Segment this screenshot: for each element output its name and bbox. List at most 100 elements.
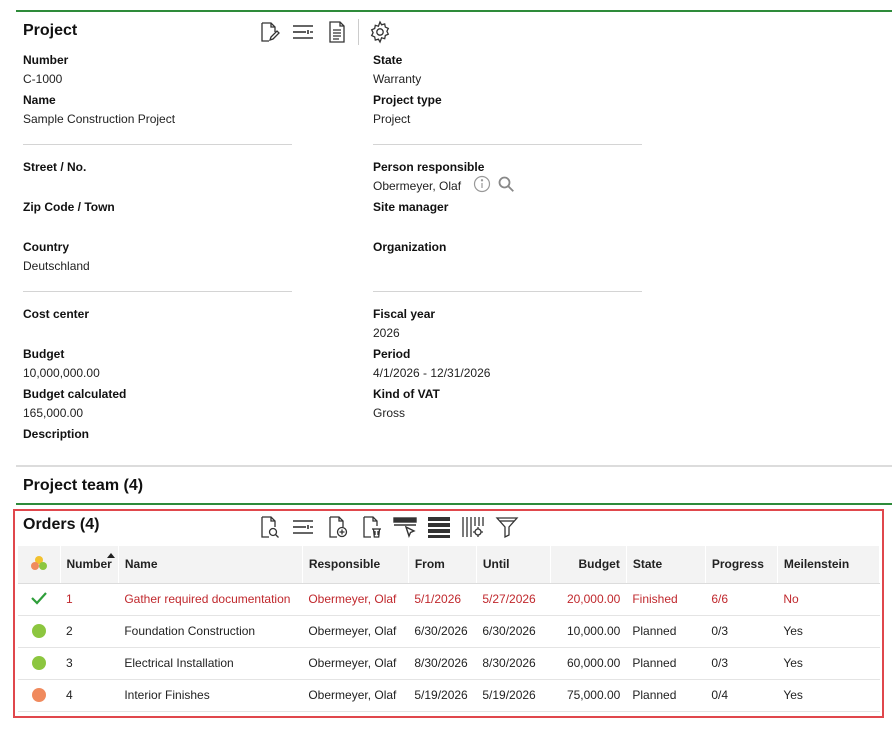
add-document-icon[interactable] — [324, 514, 350, 540]
budget-cell: 20,000.00 — [550, 583, 627, 616]
project-team-title[interactable]: Project team (4) — [23, 477, 143, 495]
budget-cell: 75,000.00 — [550, 679, 627, 712]
column-until[interactable]: Until — [476, 546, 551, 584]
progress-cell: 0/4 — [705, 679, 778, 712]
budget-calculated-value: 165,000.00 — [23, 406, 84, 420]
section-divider — [16, 465, 892, 467]
number-cell: 4 — [60, 679, 119, 712]
column-settings-icon[interactable] — [460, 514, 486, 540]
status-cell — [18, 583, 60, 616]
state-cell: Planned — [626, 615, 706, 648]
column-state[interactable]: State — [626, 546, 706, 584]
from-cell: 5/19/2026 — [408, 679, 477, 712]
number-cell: 3 — [60, 647, 119, 680]
budget-value: 10,000,000.00 — [23, 366, 100, 380]
project-title: Project — [23, 22, 78, 39]
vat-value: Gross — [373, 406, 406, 420]
divider — [23, 291, 292, 292]
responsible-cell: Obermeyer, Olaf — [302, 583, 409, 616]
project-toolbar — [256, 19, 401, 45]
column-progress[interactable]: Progress — [705, 546, 778, 584]
person-responsible-label: Person responsible — [373, 160, 485, 174]
column-responsible[interactable]: Responsible — [302, 546, 409, 584]
project-type-label: Project type — [373, 93, 442, 107]
project-type-value: Project — [373, 112, 411, 126]
country-value: Deutschland — [23, 259, 90, 273]
orders-header-row: Number Name Responsible From Until Budge… — [18, 546, 881, 584]
search-document-icon[interactable] — [256, 514, 282, 540]
column-name[interactable]: Name — [118, 546, 303, 584]
name-cell: Foundation Construction — [118, 615, 303, 648]
column-budget[interactable]: Budget — [550, 546, 627, 584]
number-cell: 2 — [60, 615, 119, 648]
filter-settings-icon[interactable] — [290, 19, 316, 45]
period-value: 4/1/2026 - 12/31/2026 — [373, 366, 491, 380]
milestone-cell: No — [777, 583, 880, 616]
search-icon[interactable] — [497, 175, 515, 193]
number-label: Number — [23, 53, 69, 67]
budget-calculated-label: Budget calculated — [23, 387, 127, 401]
milestone-cell: Yes — [777, 679, 880, 712]
column-status[interactable] — [18, 546, 61, 584]
budget-cell: 60,000.00 — [550, 647, 627, 680]
delete-document-icon[interactable] — [358, 514, 384, 540]
orders-table: Number Name Responsible From Until Budge… — [18, 546, 881, 712]
select-row-icon[interactable] — [392, 514, 418, 540]
rows-icon[interactable] — [426, 514, 452, 540]
column-number[interactable]: Number — [60, 546, 119, 584]
progress-cell: 0/3 — [705, 615, 778, 648]
fiscal-year-label: Fiscal year — [373, 307, 436, 321]
funnel-icon[interactable] — [494, 514, 520, 540]
column-from[interactable]: From — [408, 546, 477, 584]
state-cell: Planned — [626, 647, 706, 680]
status-dots-icon — [30, 555, 47, 570]
person-responsible-value: Obermeyer, Olaf — [373, 179, 462, 193]
status-cell — [18, 647, 60, 680]
divider — [373, 144, 642, 145]
progress-cell: 6/6 — [705, 583, 778, 616]
state-cell: Finished — [626, 583, 706, 616]
info-icon[interactable] — [473, 175, 491, 193]
street-label: Street / No. — [23, 160, 87, 174]
country-label: Country — [23, 240, 69, 254]
orders-toolbar — [256, 514, 528, 540]
divider — [23, 144, 292, 145]
budget-cell: 10,000.00 — [550, 615, 627, 648]
name-cell: Electrical Installation — [118, 647, 303, 680]
table-row[interactable]: 1 Gather required documentation Obermeyer,… — [18, 583, 880, 616]
name-label: Name — [23, 93, 56, 107]
progress-cell: 0/3 — [705, 647, 778, 680]
vat-label: Kind of VAT — [373, 387, 440, 401]
name-value: Sample Construction Project — [23, 112, 176, 126]
until-cell: 5/27/2026 — [476, 583, 551, 616]
status-cell — [18, 679, 60, 712]
description-label: Description — [23, 427, 90, 441]
table-row[interactable]: 2 Foundation Construction Obermeyer, Olaf 6… — [18, 615, 880, 648]
from-cell: 6/30/2026 — [408, 615, 477, 648]
gear-icon[interactable] — [367, 19, 393, 45]
milestone-cell: Yes — [777, 615, 880, 648]
budget-label: Budget — [23, 347, 65, 361]
from-cell: 8/30/2026 — [408, 647, 477, 680]
top-divider — [16, 10, 892, 12]
filter-settings-icon[interactable] — [290, 514, 316, 540]
state-value: Warranty — [373, 72, 422, 86]
table-row[interactable]: 3 Electrical Installation Obermeyer, Olaf 8… — [18, 647, 880, 680]
organization-label: Organization — [373, 240, 447, 254]
state-label: State — [373, 53, 403, 67]
report-document-icon[interactable] — [324, 19, 350, 45]
status-cell — [18, 615, 60, 648]
number-value: C-1000 — [23, 72, 63, 86]
zip-label: Zip Code / Town — [23, 200, 115, 214]
number-cell: 1 — [60, 583, 119, 616]
edit-document-icon[interactable] — [256, 19, 282, 45]
divider — [373, 291, 642, 292]
column-milestone[interactable]: Meilenstein — [777, 546, 881, 584]
fiscal-year-value: 2026 — [373, 326, 400, 340]
responsible-cell: Obermeyer, Olaf — [302, 679, 409, 712]
table-row[interactable]: 4 Interior Finishes Obermeyer, Olaf 5/19/20… — [18, 679, 880, 712]
checkmark-icon — [31, 591, 47, 605]
state-cell: Planned — [626, 679, 706, 712]
name-cell: Gather required documentation — [118, 583, 303, 616]
status-dot-icon — [32, 688, 46, 703]
